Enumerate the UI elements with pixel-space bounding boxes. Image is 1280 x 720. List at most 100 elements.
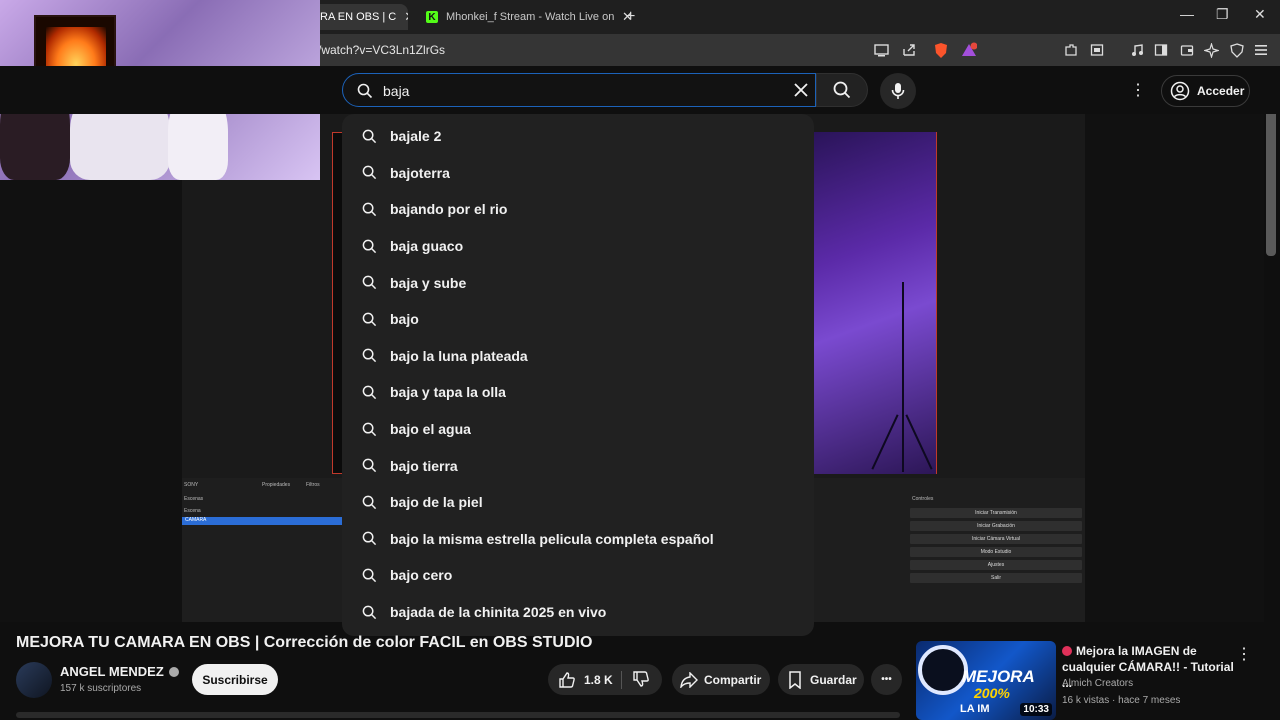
suggestion-text: bajale 2 xyxy=(390,128,442,145)
like-divider xyxy=(621,671,622,689)
suggestion-item[interactable]: bajada de la chinita 2025 en vivo xyxy=(342,594,814,631)
suggestion-text: bajo xyxy=(390,311,419,328)
share-arrow-icon xyxy=(680,671,698,688)
search-icon xyxy=(362,458,377,473)
recommended-thumbnail[interactable]: MEJORA 200% LA IM 10:33 xyxy=(916,641,1056,720)
search-icon xyxy=(833,81,851,99)
recommended-more-icon[interactable]: ⋮ xyxy=(1236,644,1252,664)
sidebar-icon[interactable] xyxy=(1152,41,1170,59)
video-duration: 10:33 xyxy=(1020,703,1052,716)
bottom-scroll-track xyxy=(16,712,900,718)
camera-feed xyxy=(814,132,936,474)
channel-name-text: ANGEL MENDEZ xyxy=(60,664,164,679)
close-window-button[interactable]: ✕ xyxy=(1254,6,1266,23)
voice-search-button[interactable] xyxy=(880,73,916,109)
menu-icon[interactable] xyxy=(1252,41,1270,59)
suggestion-item[interactable]: bajo tierra xyxy=(342,447,814,484)
camera-lens-graphic xyxy=(918,645,968,695)
search-box[interactable] xyxy=(342,73,816,107)
red-dot-icon xyxy=(1062,646,1072,656)
thumbs-down-icon[interactable] xyxy=(632,670,650,688)
obs-control-button[interactable]: Modo Estudio xyxy=(910,547,1082,557)
brave-shield-icon[interactable] xyxy=(932,41,950,59)
share-icon[interactable] xyxy=(900,41,918,59)
search-icon xyxy=(362,202,377,217)
search-icon xyxy=(362,239,377,253)
suggestion-item[interactable]: bajoterra xyxy=(342,155,814,192)
thumb-text: LA IM xyxy=(960,703,990,715)
suggestion-text: baja y sube xyxy=(390,274,467,291)
suggestion-item[interactable]: bajale 2 xyxy=(342,118,814,155)
leo-ai-icon[interactable] xyxy=(1202,41,1220,59)
suggestion-text: baja guaco xyxy=(390,238,464,255)
youtube-header: ⋮ Acceder xyxy=(0,66,1280,114)
extensions-icon[interactable] xyxy=(1062,41,1080,59)
search-icon xyxy=(362,605,377,619)
suggestion-item[interactable]: bajo la misma estrella pelicula completa… xyxy=(342,521,814,558)
maximize-button[interactable]: ❐ xyxy=(1216,6,1229,23)
obs-scenes-header: Escenas xyxy=(184,496,204,502)
suggestion-item[interactable]: baja y sube xyxy=(342,264,814,301)
save-label: Guardar xyxy=(810,672,857,687)
sign-in-label: Acceder xyxy=(1197,84,1245,98)
suggestion-item[interactable]: bajo la luna plateada xyxy=(342,338,814,375)
verified-icon xyxy=(168,666,179,677)
like-count: 1.8 K xyxy=(584,672,613,687)
suggestion-item[interactable]: bajo xyxy=(342,301,814,338)
search-button[interactable] xyxy=(816,73,868,107)
suggestion-text: bajo la luna plateada xyxy=(390,347,528,364)
tripod-leg xyxy=(902,282,904,472)
obs-control-button[interactable]: Ajustes xyxy=(910,560,1082,570)
tab-active[interactable]: RA EN OBS | C ✕ xyxy=(312,4,408,30)
suggestion-item[interactable]: bajo de la piel xyxy=(342,484,814,521)
more-actions-button[interactable]: ••• xyxy=(871,664,902,695)
suggestion-item[interactable]: baja guaco xyxy=(342,228,814,265)
sign-in-button[interactable]: Acceder xyxy=(1161,75,1250,107)
tab-label: RA EN OBS | C xyxy=(320,11,397,23)
url-field[interactable]: /watch?v=VC3Ln1ZlrGs xyxy=(318,43,445,57)
search-icon xyxy=(362,495,377,509)
minimize-button[interactable]: — xyxy=(1180,6,1194,22)
subscribe-button[interactable]: Suscribirse xyxy=(192,664,278,695)
obs-control-button[interactable]: Iniciar Grabación xyxy=(910,521,1082,531)
recommended-channel[interactable]: Almich Creators xyxy=(1062,678,1133,689)
suggestion-item[interactable]: bajo el agua xyxy=(342,411,814,448)
channel-name[interactable]: ANGEL MENDEZ xyxy=(60,664,179,679)
search-input[interactable] xyxy=(383,81,783,101)
vpn-icon[interactable] xyxy=(1228,41,1246,59)
obs-control-button[interactable]: Iniciar Cámara Virtual xyxy=(910,534,1082,544)
obs-control-button[interactable]: Salir xyxy=(910,573,1082,583)
wallet-icon[interactable] xyxy=(1178,41,1196,59)
suggestion-item[interactable]: bajando por el rio xyxy=(342,191,814,228)
suggestion-text: bajo de la piel xyxy=(390,494,483,511)
obs-properties[interactable]: Propiedades xyxy=(262,482,290,492)
clear-search-icon[interactable] xyxy=(794,83,808,97)
share-button[interactable]: Compartir xyxy=(672,664,770,695)
microphone-icon xyxy=(891,83,905,99)
tripod-leg xyxy=(871,414,899,470)
media-icon[interactable] xyxy=(1128,41,1146,59)
cast-icon[interactable] xyxy=(872,41,890,59)
search-icon xyxy=(357,83,373,99)
obs-filters[interactable]: Filtros xyxy=(306,482,320,492)
search-icon xyxy=(362,385,377,400)
reader-icon[interactable] xyxy=(1088,41,1106,59)
search-icon xyxy=(362,568,377,583)
channel-avatar[interactable] xyxy=(16,662,52,698)
search-icon xyxy=(362,312,377,326)
brave-rewards-icon[interactable] xyxy=(960,41,978,59)
obs-scene-item-selected[interactable]: CAMARA xyxy=(182,517,342,525)
search-icon xyxy=(362,129,377,143)
tab-kick[interactable]: K Mhonkei_f Stream - Watch Live on Ki ✕ xyxy=(418,4,644,30)
like-button[interactable]: 1.8 K xyxy=(548,671,613,689)
tripod-leg xyxy=(905,414,933,470)
obs-control-button[interactable]: Iniciar Transmisión xyxy=(910,508,1082,518)
suggestion-item[interactable]: baja y tapa la olla xyxy=(342,374,814,411)
new-tab-button[interactable]: + xyxy=(626,8,635,26)
settings-more-icon[interactable]: ⋮ xyxy=(1128,80,1148,100)
save-button[interactable]: Guardar xyxy=(778,664,864,695)
tab-close-icon[interactable]: ✕ xyxy=(404,9,408,25)
screen: RA EN OBS | C ✕ K Mhonkei_f Stream - Wat… xyxy=(0,0,1280,720)
suggestion-item[interactable]: bajo cero xyxy=(342,557,814,594)
search-icon xyxy=(362,166,377,180)
